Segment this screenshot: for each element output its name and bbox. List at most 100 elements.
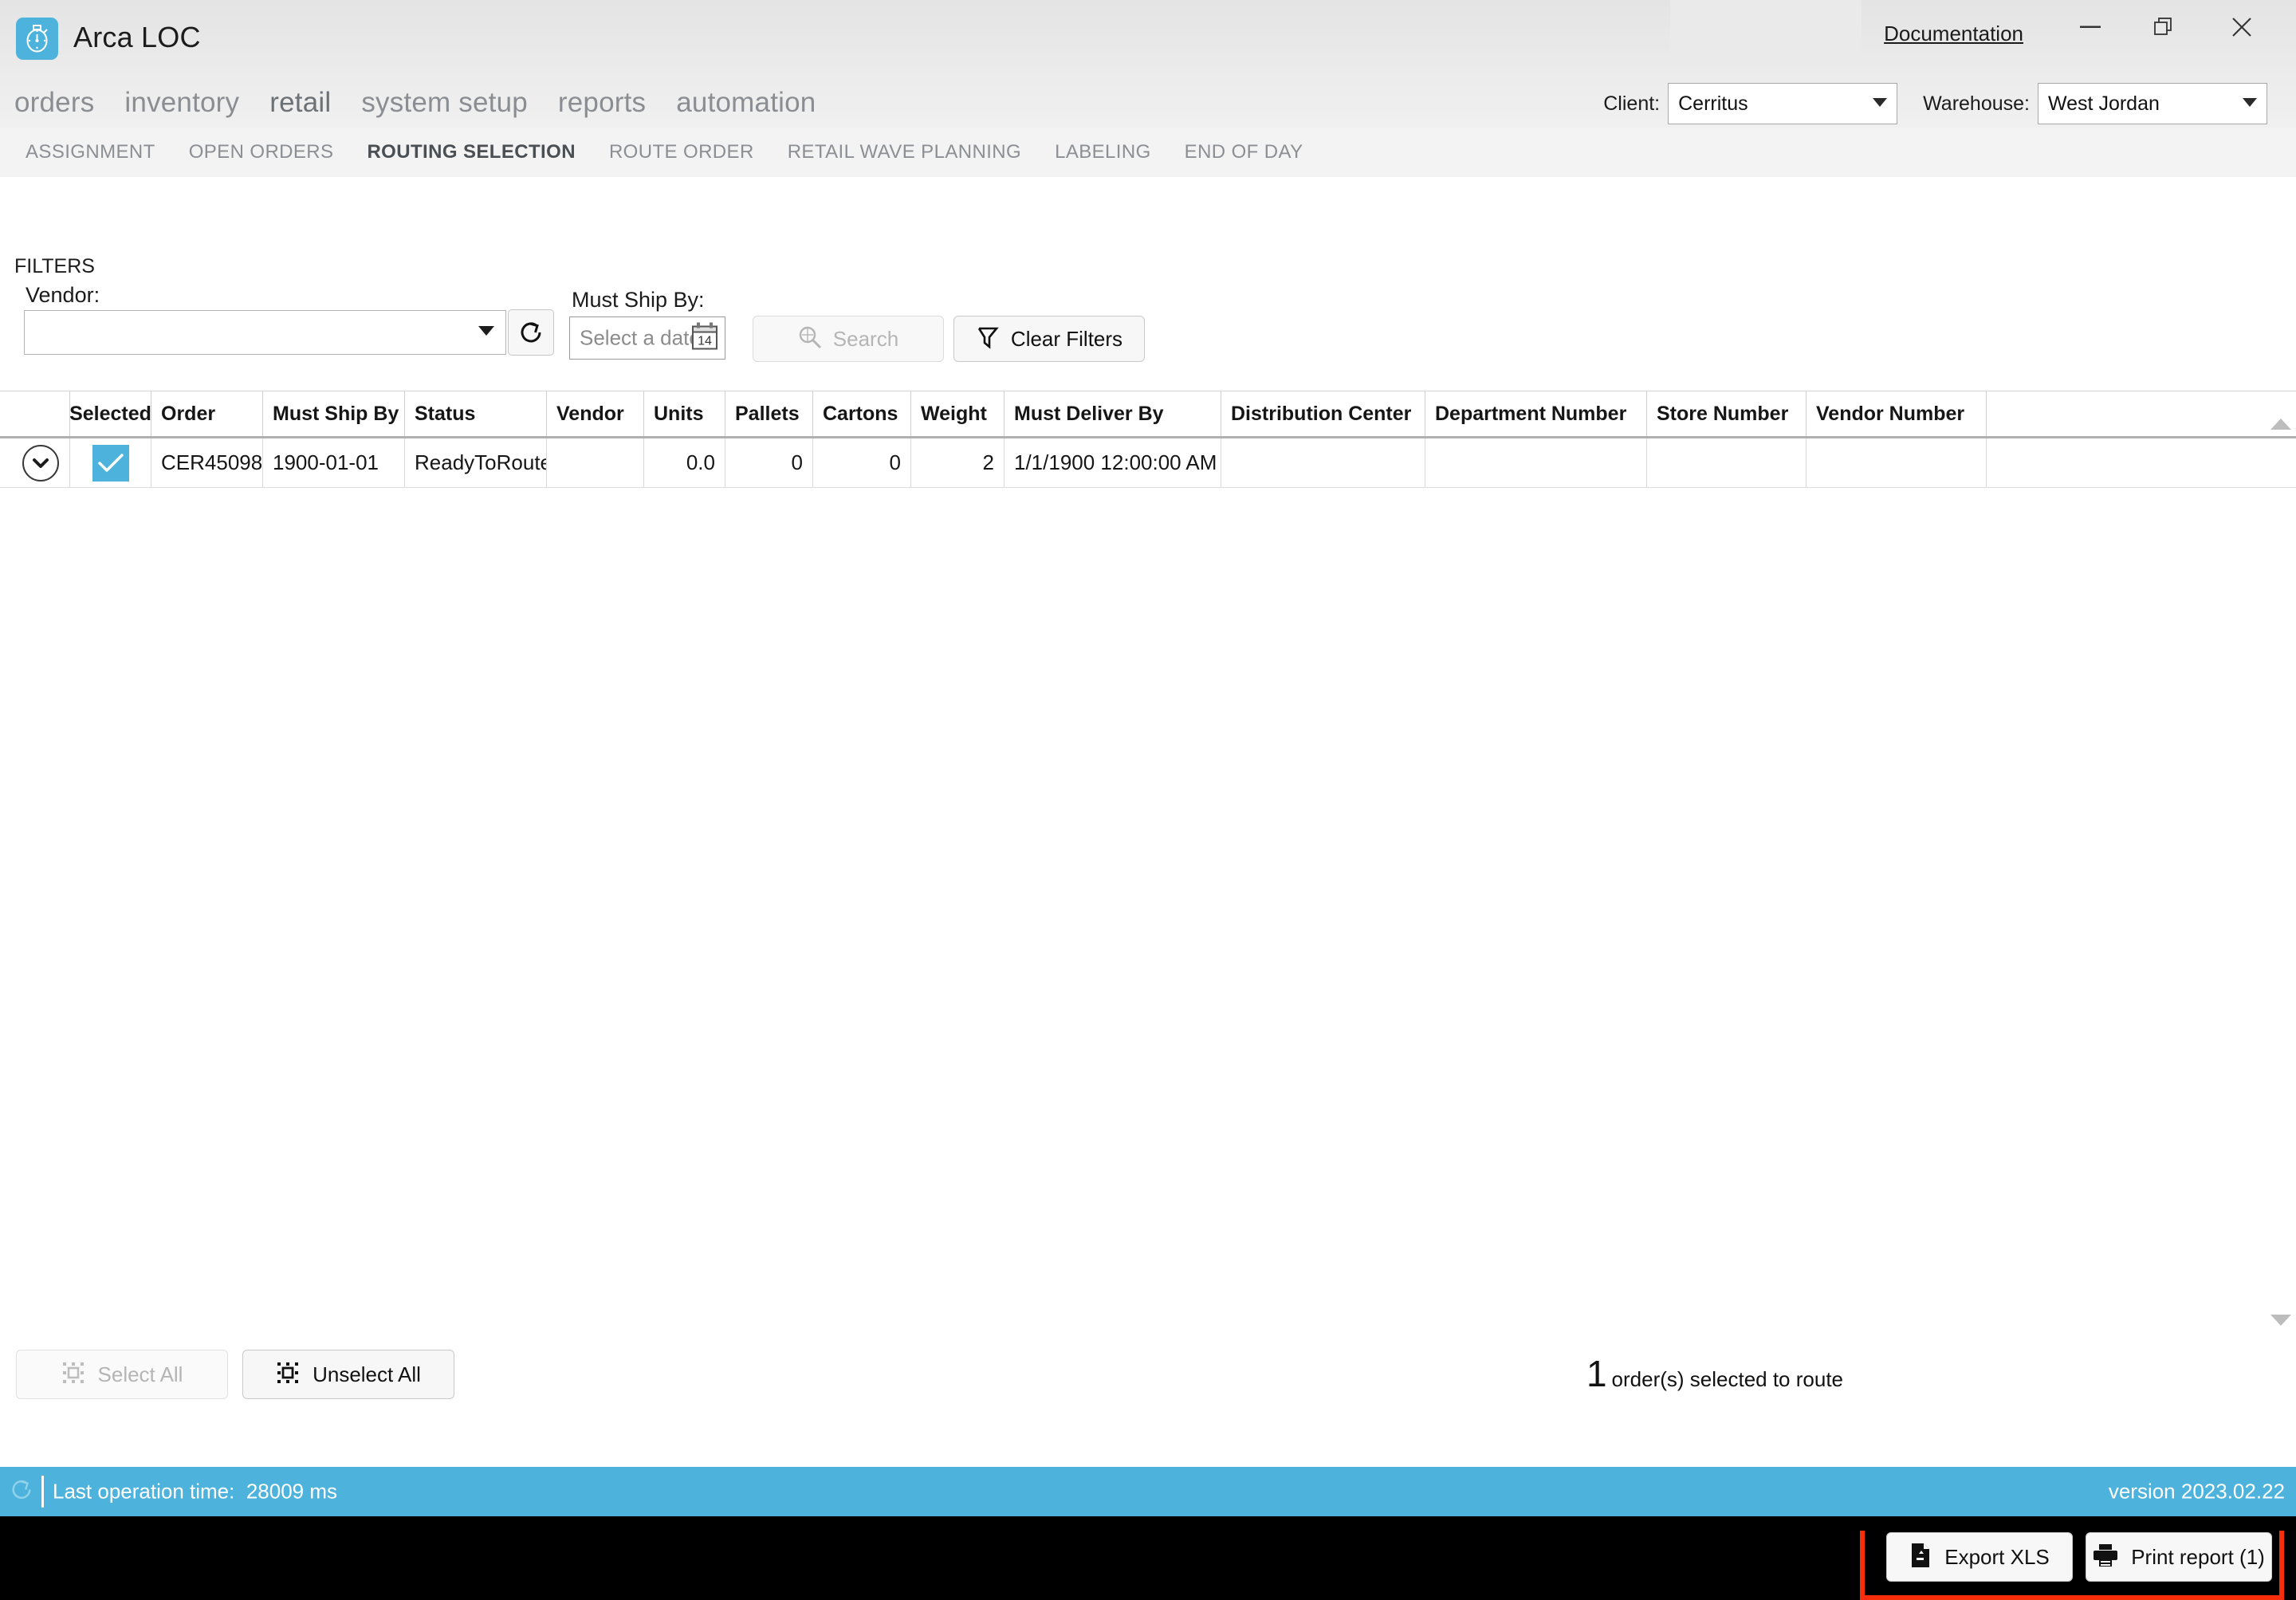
cell-vendor-number [1807,438,1987,487]
cell-weight: 2 [911,438,1005,487]
table-row[interactable]: CER45098 1900-01-01 ReadyToRoute 0.0 0 0… [0,438,2296,488]
chevron-down-icon [2243,96,2257,111]
cell-filler [1987,438,2296,487]
header-must-deliver-by[interactable]: Must Deliver By [1005,391,1221,436]
cell-status: ReadyToRoute [405,438,547,487]
cell-store-number [1647,438,1807,487]
filter-clear-icon [976,325,1000,353]
header-label: Must Ship By [273,402,399,425]
close-button[interactable] [2211,6,2272,48]
restore-button[interactable] [2133,6,2194,48]
header-pallets[interactable]: Pallets [725,391,813,436]
print-report-button[interactable]: Print report (1) [2086,1532,2272,1582]
scroll-up-button[interactable] [2269,416,2293,437]
nav-item-reports[interactable]: reports [558,87,646,119]
nav-item-system-setup[interactable]: system setup [361,87,528,119]
cell-vendor [547,438,644,487]
minimize-icon [2080,26,2101,28]
export-file-icon [1909,1543,1932,1572]
tab-assignment[interactable]: ASSIGNMENT [26,141,155,163]
tab-routing-selection[interactable]: ROUTING SELECTION [367,141,575,163]
header-cartons[interactable]: Cartons [813,391,911,436]
scroll-down-button[interactable] [2269,1312,2293,1333]
export-xls-label: Export XLS [1944,1544,2050,1569]
app-logo-icon [16,18,58,60]
chevron-down-icon [1873,96,1888,111]
header-status[interactable]: Status [405,391,547,436]
nav-item-inventory[interactable]: inventory [124,87,239,119]
warehouse-value: West Jordan [2048,92,2160,115]
main-navigation: orders inventory retail system setup rep… [0,78,2296,128]
calendar-icon[interactable]: 14 [691,322,718,355]
header-filler [1987,391,2296,436]
status-refresh-icon[interactable] [10,1478,33,1506]
tab-end-of-day[interactable]: END OF DAY [1185,141,1303,163]
header-order[interactable]: Order [151,391,263,436]
header-vendor[interactable]: Vendor [547,391,644,436]
minimize-button[interactable] [2060,6,2121,48]
header-weight[interactable]: Weight [911,391,1005,436]
cell-distribution-center [1221,438,1425,487]
header-label: Status [415,402,476,425]
status-bar: Last operation time: 28009 ms version 20… [0,1467,2296,1516]
nav-item-automation[interactable]: automation [676,87,816,119]
check-icon [97,453,124,472]
export-xls-button[interactable]: Export XLS [1886,1532,2073,1582]
expand-row-button[interactable] [22,444,59,482]
cell-value: 1900-01-01 [273,450,379,474]
search-icon [798,325,822,353]
vendor-dropdown[interactable] [24,310,506,355]
cell-value: ReadyToRoute [415,450,547,474]
cell-value: CER45098 [161,450,263,474]
version-label: version 2023.02.22 [2108,1479,2285,1504]
tab-labeling[interactable]: LABELING [1055,141,1151,163]
vendor-label: Vendor: [26,283,100,307]
selected-count-text: order(s) selected to route [1611,1367,1843,1391]
search-button-label: Search [832,326,899,351]
table-vertical-scrollbar[interactable] [2266,391,2296,1336]
client-dropdown[interactable]: Cerritus [1668,83,1898,124]
status-operation-value: 28009 ms [246,1479,337,1504]
tab-open-orders[interactable]: OPEN ORDERS [189,141,334,163]
header-label: Store Number [1657,402,1789,425]
close-icon [2232,18,2251,37]
header-units[interactable]: Units [644,391,725,436]
print-report-label: Print report (1) [2131,1544,2265,1569]
header-distribution-center[interactable]: Distribution Center [1221,391,1425,436]
filters-heading: FILTERS [14,255,95,277]
header-must-ship-by[interactable]: Must Ship By [263,391,405,436]
row-select-checkbox[interactable] [92,444,129,482]
refresh-vendors-button[interactable] [508,309,554,356]
select-all-button[interactable]: Select All [16,1350,228,1399]
header-vendor-number[interactable]: Vendor Number [1807,391,1987,436]
nav-item-retail[interactable]: retail [269,87,331,119]
search-button[interactable]: Search [753,316,944,362]
nav-item-orders[interactable]: orders [14,87,94,119]
title-bar: Arca LOC Documentation [0,0,2296,78]
must-ship-by-date-input[interactable]: Select a date 14 [569,316,725,360]
export-actions: Export XLS Print report (1) [1886,1532,2272,1582]
unselect-all-button[interactable]: Unselect All [242,1350,454,1399]
bottom-strip [0,1516,2296,1531]
row-expander-cell [0,438,70,487]
clear-filters-label: Clear Filters [1010,326,1123,351]
unselect-all-icon [276,1361,300,1389]
header-department-number[interactable]: Department Number [1425,391,1647,436]
tab-route-order[interactable]: ROUTE ORDER [609,141,754,163]
date-placeholder: Select a date [580,325,701,350]
cell-value: 0 [889,450,901,474]
clear-filters-button[interactable]: Clear Filters [953,316,1145,362]
triangle-down-icon [2270,1315,2291,1326]
application-window: Arca LOC Documentation orders inventory … [0,0,2296,1600]
header-selected[interactable]: Selected [70,391,151,436]
table-header-row: Selected Order Must Ship By Status Vendo… [0,391,2296,438]
header-store-number[interactable]: Store Number [1647,391,1807,436]
header-label: Selected [70,402,151,425]
triangle-up-icon [2270,419,2291,430]
warehouse-dropdown[interactable]: West Jordan [2038,83,2267,124]
header-label: Cartons [823,402,898,425]
header-label: Pallets [735,402,800,425]
documentation-link[interactable]: Documentation [1884,22,2023,46]
chevron-down-icon [33,458,49,468]
tab-retail-wave-planning[interactable]: RETAIL WAVE PLANNING [788,141,1021,163]
